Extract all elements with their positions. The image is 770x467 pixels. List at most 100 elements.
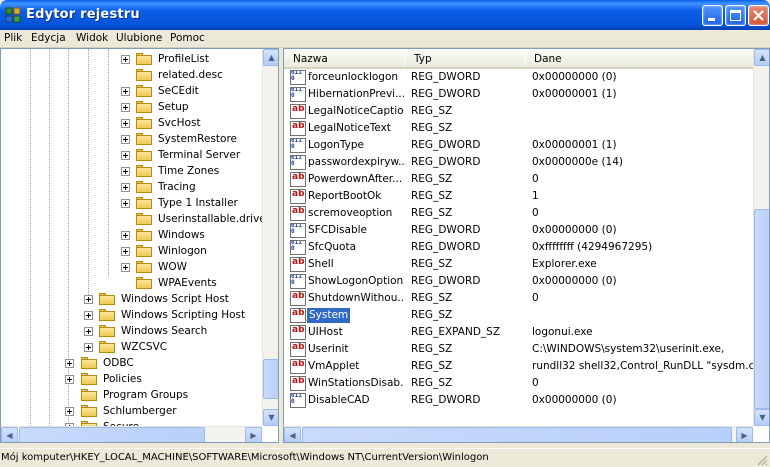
tree-item[interactable]: Winlogon [1, 243, 261, 259]
scroll-right-button[interactable]: ▶ [245, 427, 262, 442]
list-row[interactable]: LegalNoticeText REG_SZ [284, 120, 754, 137]
title-bar[interactable]: Edytor rejestru [0, 0, 770, 30]
value-type: REG_SZ [411, 207, 453, 219]
tree-item[interactable]: Program Groups [1, 387, 261, 403]
list-row[interactable]: SfcQuota REG_DWORD 0xffffffff (4294967295) [284, 239, 754, 256]
registry-values-pane[interactable]: Nazwa Typ Dane forceunlocklogon REG_DWORD… [283, 48, 770, 443]
expand-plus-icon[interactable] [121, 231, 130, 240]
tree-item[interactable]: SystemRestore [1, 131, 261, 147]
expand-plus-icon[interactable] [65, 359, 74, 368]
list-row[interactable]: Shell REG_SZ Explorer.exe [284, 256, 754, 273]
column-separator[interactable] [525, 52, 526, 66]
list-row[interactable]: LogonType REG_DWORD 0x00000001 (1) [284, 137, 754, 154]
tree-item[interactable]: Schlumberger [1, 403, 261, 419]
tree-item[interactable]: Type 1 Installer [1, 195, 261, 211]
list-row[interactable]: UIHost REG_EXPAND_SZ logonui.exe [284, 324, 754, 341]
scroll-left-button[interactable]: ◀ [1, 427, 18, 442]
scroll-down-button[interactable]: ▼ [754, 409, 769, 426]
resize-grip-icon[interactable] [756, 454, 768, 466]
tree-horizontal-scrollbar[interactable]: ◀ ▶ [1, 426, 262, 442]
tree-item[interactable]: WOW [1, 259, 261, 275]
tree-item[interactable]: related.desc [1, 67, 261, 83]
expand-plus-icon[interactable] [121, 135, 130, 144]
tree-item[interactable]: Time Zones [1, 163, 261, 179]
expand-plus-icon[interactable] [65, 407, 74, 416]
scroll-down-button[interactable]: ▼ [263, 409, 278, 426]
list-row[interactable]: HibernationPrevi... REG_DWORD 0x00000001 (… [284, 86, 754, 103]
expand-plus-icon[interactable] [84, 311, 93, 320]
menu-widok[interactable]: Widok [76, 32, 108, 44]
tree-item[interactable]: Policies [1, 371, 261, 387]
column-header-name[interactable]: Nazwa [293, 53, 328, 65]
list-row[interactable]: LegalNoticeCaption REG_SZ [284, 103, 754, 120]
column-header-data[interactable]: Dane [534, 53, 562, 65]
list-row[interactable]: System REG_SZ [284, 307, 754, 324]
expand-plus-icon[interactable] [121, 55, 130, 64]
expand-plus-icon[interactable] [84, 295, 93, 304]
expand-plus-icon[interactable] [121, 119, 130, 128]
list-row[interactable]: DisableCAD REG_DWORD 0x00000000 (0) [284, 392, 754, 409]
tree-item[interactable]: Userinstallable.drivers [1, 211, 262, 227]
expand-plus-icon[interactable] [121, 183, 130, 192]
registry-tree-pane[interactable]: ProfileList related.desc SeCEdit Setup SvcHo… [0, 48, 279, 443]
tree-item[interactable]: Secure [1, 419, 261, 426]
tree-item[interactable]: Windows [1, 227, 261, 243]
tree-item[interactable]: Windows Script Host [1, 291, 261, 307]
expand-plus-icon[interactable] [65, 375, 74, 384]
tree-item[interactable]: SvcHost [1, 115, 261, 131]
tree-item[interactable]: Windows Search [1, 323, 261, 339]
list-row[interactable]: WinStationsDisab... REG_SZ 0 [284, 375, 754, 392]
minimize-button[interactable] [702, 5, 723, 26]
expand-plus-icon[interactable] [121, 263, 130, 272]
scroll-left-button[interactable]: ◀ [284, 427, 301, 442]
expand-plus-icon[interactable] [121, 167, 130, 176]
scroll-up-button[interactable]: ▲ [754, 49, 769, 66]
scroll-thumb[interactable] [19, 427, 205, 442]
list-vertical-scrollbar[interactable]: ▲ ▼ [753, 49, 769, 426]
scroll-thumb[interactable] [754, 209, 769, 409]
list-row[interactable]: ShutdownWithou... REG_SZ 0 [284, 290, 754, 307]
folder-icon-body [136, 71, 152, 81]
list-horizontal-scrollbar[interactable]: ◀ ▶ [284, 426, 753, 442]
column-separator[interactable] [404, 52, 405, 66]
close-button[interactable] [748, 5, 769, 26]
list-row[interactable]: VmApplet REG_SZ rundll32 shell32,Control_R… [284, 358, 754, 375]
list-row[interactable]: ReportBootOk REG_SZ 1 [284, 188, 754, 205]
scroll-thumb[interactable] [263, 359, 278, 399]
list-row[interactable]: forceunlocklogon REG_DWORD 0x00000000 (0) [284, 69, 754, 86]
expand-plus-icon[interactable] [121, 199, 130, 208]
tree-item[interactable]: Tracing [1, 179, 261, 195]
tree-item[interactable]: ODBC [1, 355, 261, 371]
menu-edycja[interactable]: Edycja [31, 32, 66, 44]
tree-item[interactable]: WPAEvents [1, 275, 261, 291]
tree-item[interactable]: SeCEdit [1, 83, 261, 99]
scroll-right-button[interactable]: ▶ [736, 427, 753, 442]
list-row[interactable]: ShowLogonOptions REG_DWORD 0x00000000 (0) [284, 273, 754, 290]
column-header-type[interactable]: Typ [414, 53, 432, 65]
list-row[interactable]: scremoveoption REG_SZ 0 [284, 205, 754, 222]
expand-plus-icon[interactable] [121, 247, 130, 256]
scroll-up-button[interactable]: ▲ [263, 49, 278, 66]
expand-plus-icon[interactable] [84, 343, 93, 352]
tree-item[interactable]: WZCSVC [1, 339, 261, 355]
tree-item[interactable]: ProfileList [1, 51, 261, 67]
value-data: 0xffffffff (4294967295) [532, 241, 653, 253]
tree-item[interactable]: Terminal Server [1, 147, 261, 163]
scroll-thumb[interactable] [302, 427, 732, 442]
menu-pomoc[interactable]: Pomoc [170, 32, 205, 44]
expand-plus-icon[interactable] [121, 151, 130, 160]
list-row[interactable]: Userinit REG_SZ C:\WINDOWS\system32\userin… [284, 341, 754, 358]
tree-item[interactable]: Setup [1, 99, 261, 115]
expand-plus-icon[interactable] [121, 103, 130, 112]
folder-icon [136, 101, 152, 113]
menu-plik[interactable]: Plik [4, 32, 22, 44]
menu-ulubione[interactable]: Ulubione [116, 32, 162, 44]
maximize-button[interactable] [725, 5, 746, 26]
expand-plus-icon[interactable] [121, 87, 130, 96]
tree-item[interactable]: Windows Scripting Host [1, 307, 261, 323]
list-row[interactable]: SFCDisable REG_DWORD 0x00000000 (0) [284, 222, 754, 239]
list-row[interactable]: PowerdownAfter... REG_SZ 0 [284, 171, 754, 188]
list-row[interactable]: passwordexpiryw... REG_DWORD 0x0000000e (1… [284, 154, 754, 171]
expand-plus-icon[interactable] [84, 327, 93, 336]
tree-vertical-scrollbar[interactable]: ▲ ▼ [262, 49, 278, 426]
